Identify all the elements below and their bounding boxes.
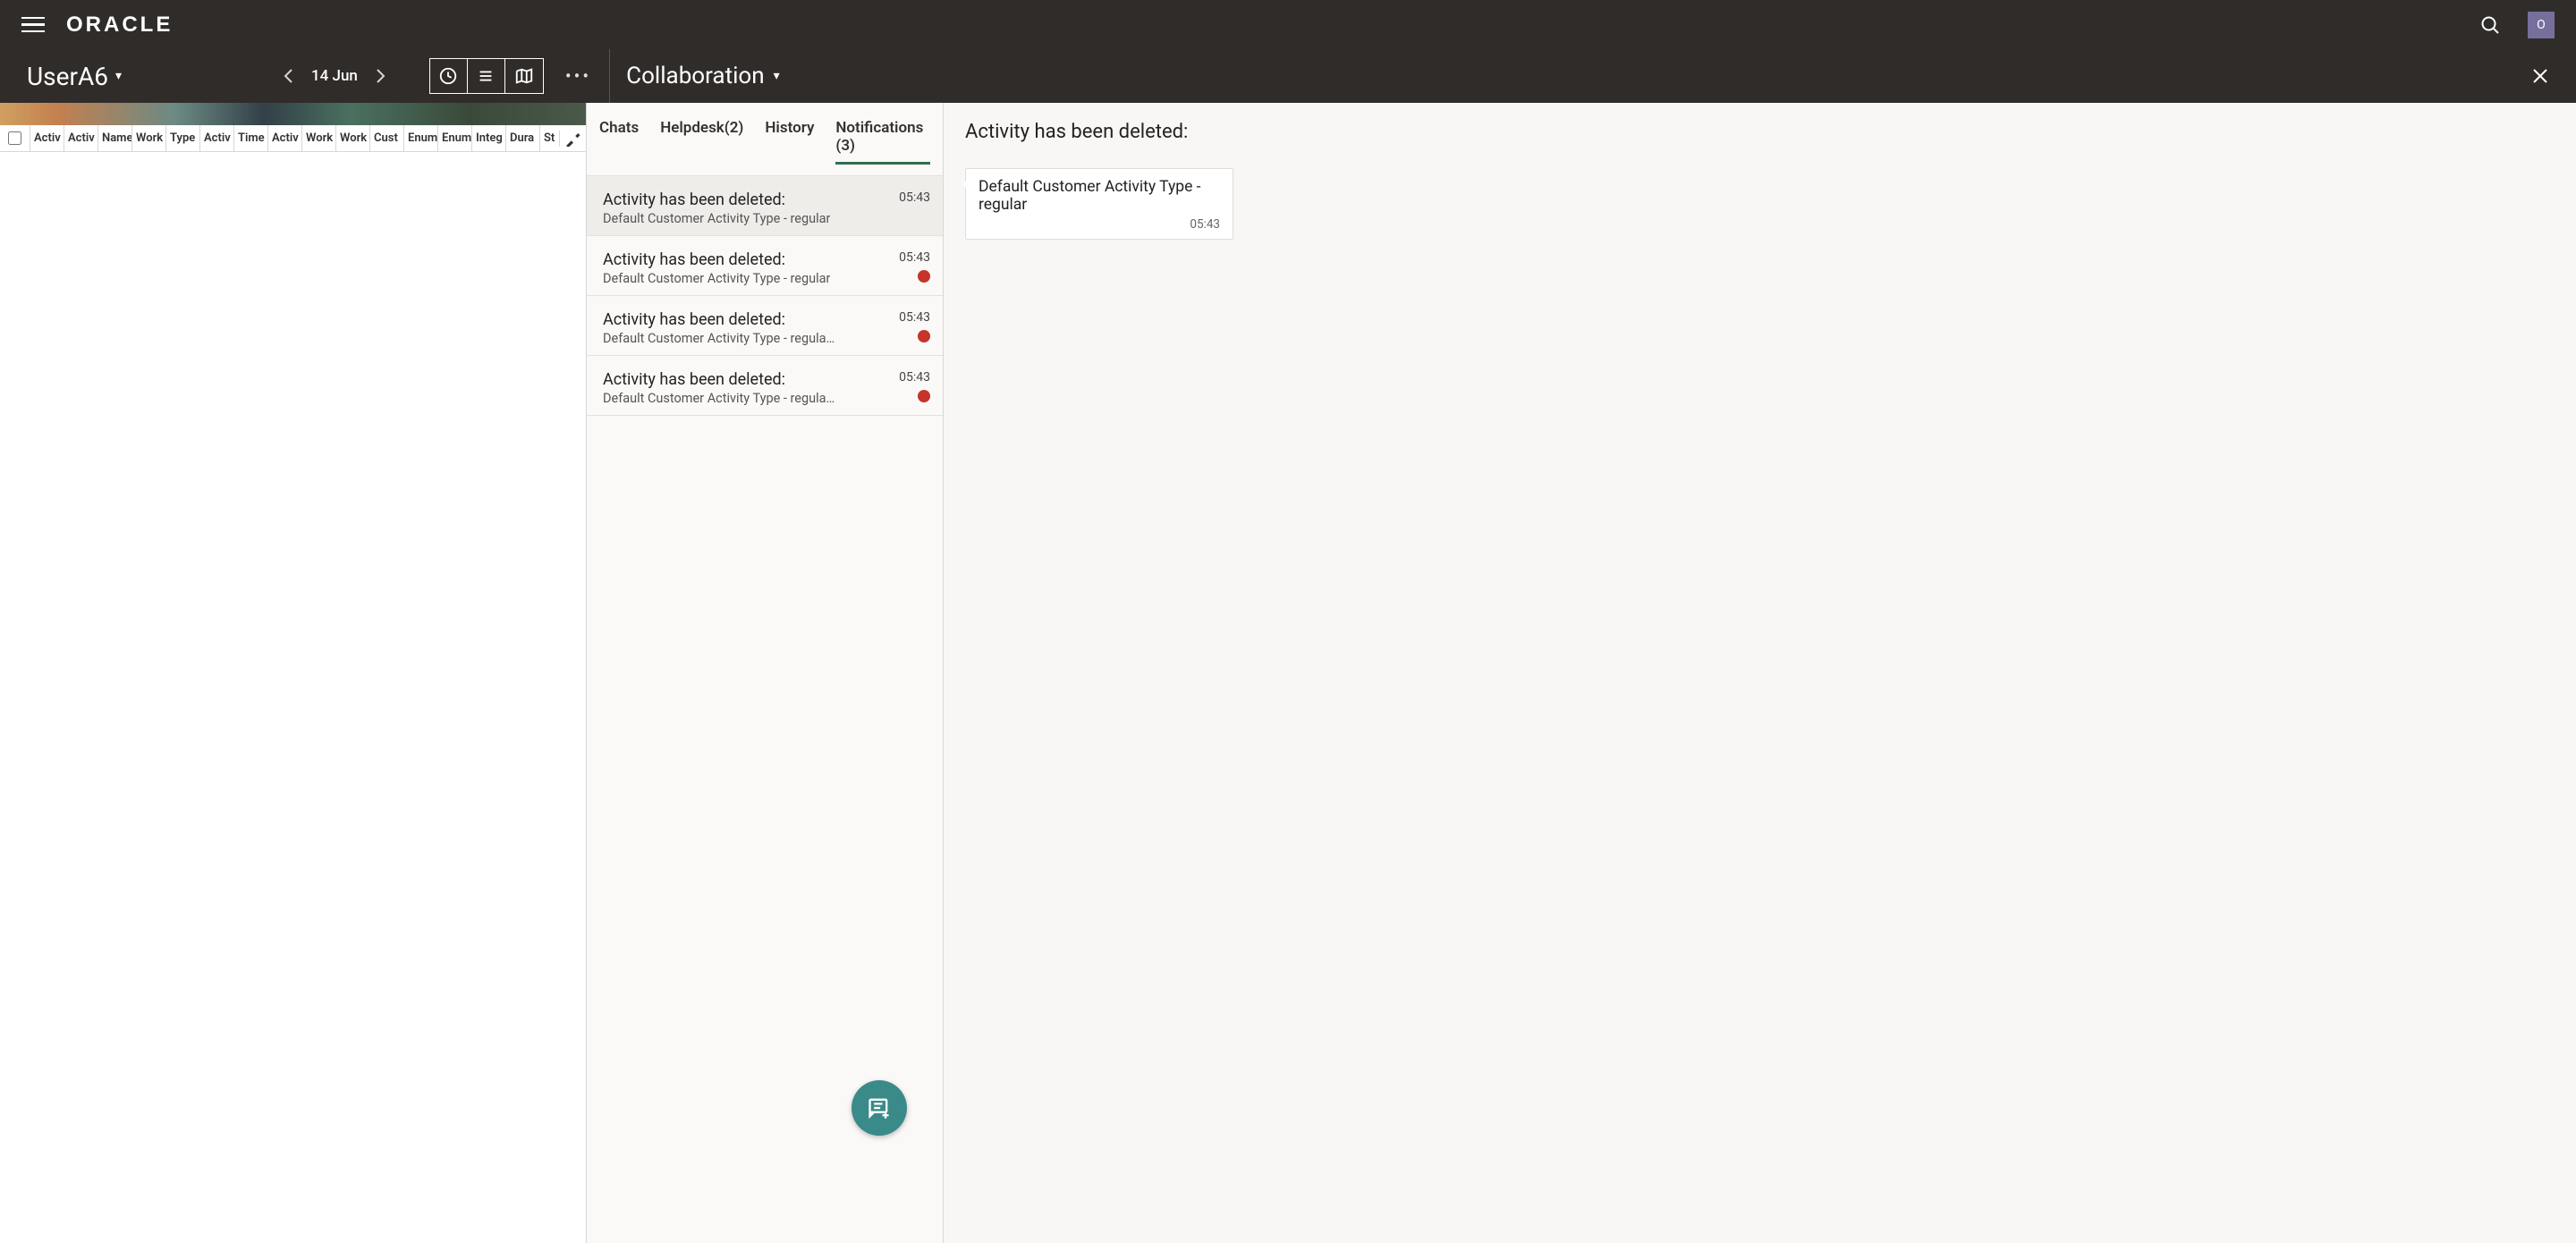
notification-subtitle: Default Customer Activity Type - regular…: [603, 331, 835, 346]
panel-title: Collaboration: [626, 63, 764, 89]
notification-item[interactable]: Activity has been deleted: Default Custo…: [587, 236, 943, 296]
detail-title: Activity has been deleted:: [965, 121, 2555, 143]
secondbar: UserA6 ▾ 14 Jun ••• Col: [0, 49, 2576, 103]
avatar[interactable]: O: [2528, 12, 2555, 38]
hamburger-menu-button[interactable]: [21, 17, 45, 33]
brand-logo: ORACLE: [66, 13, 173, 38]
notification-list: Activity has been deleted: Default Custo…: [587, 176, 943, 416]
unread-dot-icon: [918, 390, 930, 402]
unread-dot-icon: [918, 270, 930, 283]
tab-helpdesk[interactable]: Helpdesk(2): [660, 119, 743, 165]
column-header[interactable]: Activ: [30, 125, 64, 151]
unread-dot-icon: [918, 330, 930, 342]
select-all-checkbox[interactable]: [8, 131, 21, 145]
notification-title: Activity has been deleted:: [603, 370, 835, 389]
column-header[interactable]: Enum: [403, 125, 437, 151]
notification-subtitle: Default Customer Activity Type - regular: [603, 271, 830, 286]
notification-item[interactable]: Activity has been deleted: Default Custo…: [587, 296, 943, 356]
notification-title: Activity has been deleted:: [603, 310, 835, 329]
collaboration-dropdown[interactable]: Collaboration ▾: [626, 63, 779, 89]
notification-detail-panel: Activity has been deleted: Default Custo…: [944, 103, 2576, 1243]
clock-view-button[interactable]: [430, 59, 468, 93]
caret-down-icon: ▾: [774, 69, 780, 83]
date-nav: 14 Jun: [283, 67, 386, 85]
date-label: 14 Jun: [311, 67, 358, 85]
column-header[interactable]: Integ: [471, 125, 505, 151]
collaboration-list-panel: Chats Helpdesk(2) History Notifications …: [586, 103, 944, 1243]
column-header[interactable]: Time: [233, 125, 267, 151]
message-bubble: Default Customer Activity Type - regular…: [965, 168, 1233, 240]
notification-time: 05:43: [899, 370, 930, 385]
new-chat-button[interactable]: [852, 1080, 907, 1136]
tab-notifications[interactable]: Notifications (3): [835, 119, 930, 165]
message-text: Default Customer Activity Type - regular: [979, 178, 1220, 214]
column-header[interactable]: Type: [165, 125, 199, 151]
chevron-left-icon[interactable]: [283, 67, 295, 85]
notification-subtitle: Default Customer Activity Type - regular: [603, 211, 830, 226]
column-header[interactable]: Cust: [369, 125, 403, 151]
caret-down-icon: ▾: [115, 69, 122, 83]
column-header[interactable]: Work: [131, 125, 165, 151]
tab-history[interactable]: History: [765, 119, 814, 165]
notification-item[interactable]: Activity has been deleted: Default Custo…: [587, 176, 943, 236]
map-view-button[interactable]: [505, 59, 543, 93]
user-name: UserA6: [27, 62, 108, 91]
notification-time: 05:43: [899, 310, 930, 325]
wrench-icon[interactable]: [559, 131, 586, 147]
column-header[interactable]: Work: [335, 125, 369, 151]
notification-title: Activity has been deleted:: [603, 190, 830, 209]
column-header[interactable]: Work: [301, 125, 335, 151]
message-time: 05:43: [979, 217, 1220, 232]
user-dropdown[interactable]: UserA6 ▾: [27, 62, 122, 91]
notification-subtitle: Default Customer Activity Type - regular…: [603, 391, 835, 406]
more-menu-button[interactable]: •••: [565, 65, 591, 87]
tab-chats[interactable]: Chats: [599, 119, 639, 165]
activity-grid-panel: Activ Activ Name Work Type Activ Time Ac…: [0, 103, 586, 1243]
list-view-button[interactable]: [468, 59, 505, 93]
column-header[interactable]: Activ: [267, 125, 301, 151]
column-header-row: Activ Activ Name Work Type Activ Time Ac…: [0, 125, 586, 152]
column-header[interactable]: St: [539, 125, 559, 151]
divider: [609, 49, 610, 103]
notification-time: 05:43: [899, 190, 930, 205]
column-header[interactable]: Name: [97, 125, 131, 151]
view-toggle: [429, 58, 544, 94]
notification-item[interactable]: Activity has been deleted: Default Custo…: [587, 356, 943, 416]
close-icon[interactable]: [2531, 67, 2549, 85]
notification-time: 05:43: [899, 250, 930, 265]
notification-title: Activity has been deleted:: [603, 250, 830, 269]
chevron-right-icon[interactable]: [374, 67, 386, 85]
column-header[interactable]: Dura: [505, 125, 539, 151]
search-icon[interactable]: [2479, 14, 2501, 36]
column-header[interactable]: Activ: [199, 125, 233, 151]
collab-tabs: Chats Helpdesk(2) History Notifications …: [587, 103, 943, 176]
column-header[interactable]: Activ: [64, 125, 97, 151]
topbar: ORACLE O: [0, 0, 2576, 49]
column-header[interactable]: Enum: [437, 125, 471, 151]
decorative-banner: [0, 103, 586, 125]
